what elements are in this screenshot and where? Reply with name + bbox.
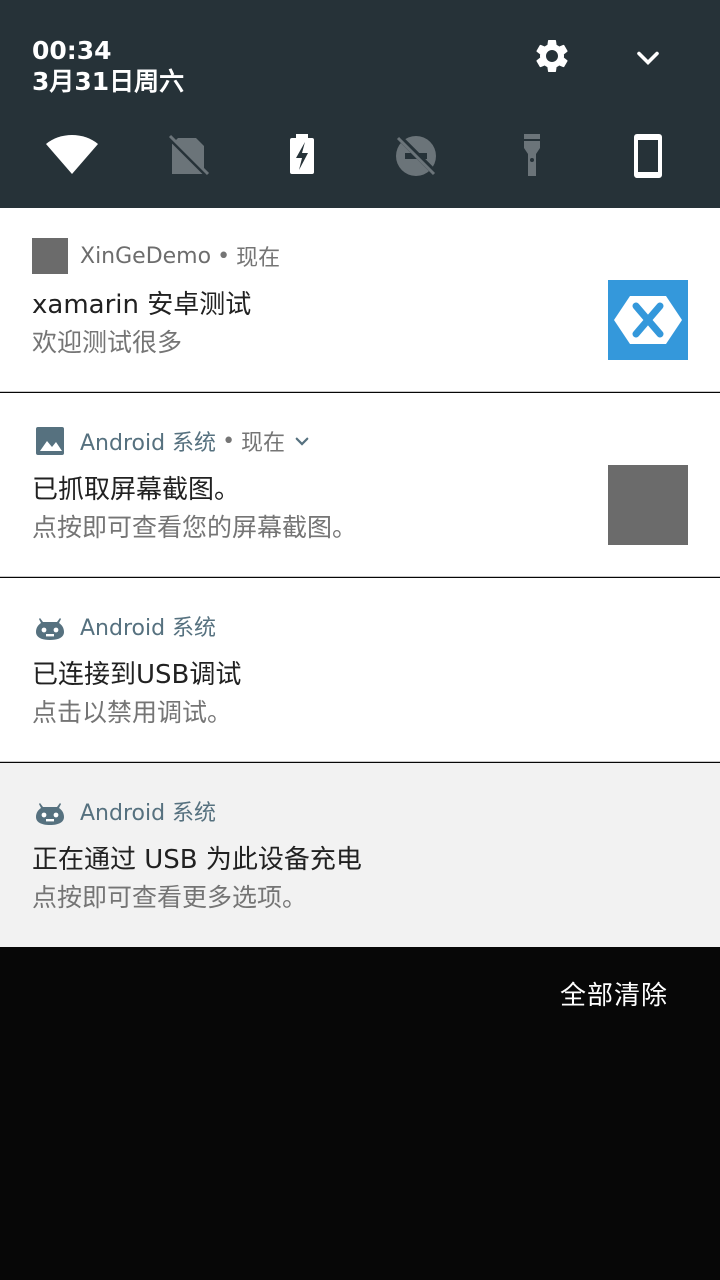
notification-usb-debugging[interactable]: Android 系统 已连接到USB调试 点击以禁用调试。 [0,578,720,762]
notification-text: 点按即可查看更多选项。 [32,883,308,912]
notification-header: Android 系统 • 现在 [32,421,311,461]
gear-icon[interactable] [532,36,572,76]
notification-text: 点按即可查看您的屏幕截图。 [32,513,358,542]
screenshot-thumbnail [608,465,688,545]
timestamp: 现在 [241,431,286,456]
app-name: Android 系统 [80,431,217,456]
image-icon [36,427,64,455]
chevron-down-icon[interactable] [293,432,311,450]
android-system-icon [36,803,64,825]
notification-title: 已抓取屏幕截图。 [32,475,241,505]
battery-charging-icon[interactable] [274,128,330,184]
notification-usb-charging[interactable]: Android 系统 正在通过 USB 为此设备充电 点按即可查看更多选项。 [0,763,720,947]
separator: • [217,243,231,269]
notification-screenshot[interactable]: Android 系统 • 现在 已抓取屏幕截图。 点按即可查看您的屏幕截图。 [0,393,720,577]
notification-header: XinGeDemo • 现在 [32,236,280,276]
notification-title: xamarin 安卓测试 [32,290,252,320]
app-name: XinGeDemo [80,243,212,269]
notification-text: 点击以禁用调试。 [32,698,233,727]
notification-title: 正在通过 USB 为此设备充电 [32,845,362,875]
notification-text: 欢迎测试很多 [32,328,183,357]
notification-xingedemo[interactable]: XinGeDemo • 现在 xamarin 安卓测试 欢迎测试很多 [0,208,720,392]
separator: • [222,428,236,454]
notification-title: 已连接到USB调试 [32,660,242,690]
app-name: Android 系统 [80,801,217,826]
notification-header: Android 系统 [32,791,216,831]
wifi-icon[interactable] [44,128,100,184]
android-system-icon [36,618,64,640]
clock: 00:34 [32,36,112,65]
app-placeholder-icon [32,238,68,274]
flashlight-off-icon[interactable] [504,128,560,184]
notification-header: Android 系统 [32,606,216,646]
xamarin-logo-icon [608,280,688,360]
do-not-disturb-off-icon[interactable] [388,128,444,184]
phone-rotate-icon[interactable] [620,128,676,184]
quick-settings-header: 00:34 3月31日周六 [0,0,720,208]
clear-all-button[interactable]: 全部清除 [560,976,668,1016]
date[interactable]: 3月31日周六 [32,66,184,98]
app-name: Android 系统 [80,616,217,641]
chevron-down-icon[interactable] [630,40,666,76]
timestamp: 现在 [236,246,281,271]
sim-off-icon[interactable] [160,128,216,184]
